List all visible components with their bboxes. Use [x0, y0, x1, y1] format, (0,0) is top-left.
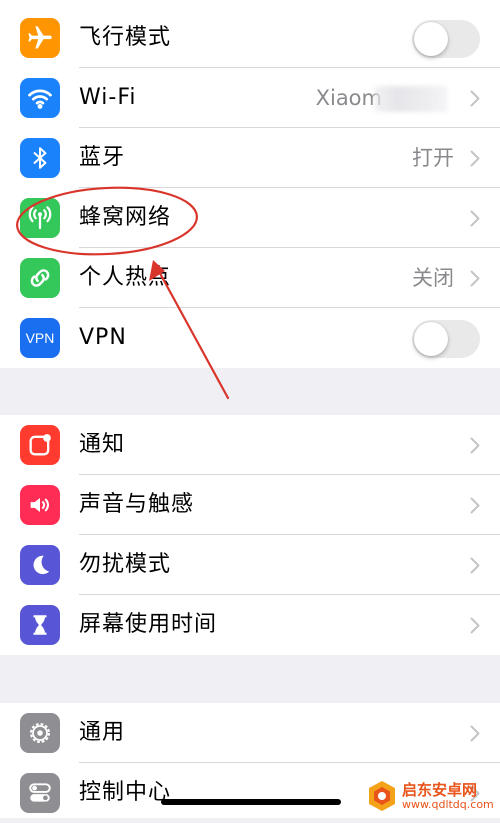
watermark-url: www.qdltdq.com [402, 798, 494, 811]
row-screen-time[interactable]: 屏幕使用时间 [0, 595, 500, 655]
dnd-label: 勿扰模式 [79, 552, 172, 577]
chevron-right-icon [470, 90, 480, 107]
row-wifi[interactable]: Wi-Fi Xiaom [0, 68, 500, 128]
row-general[interactable]: 通用 [0, 703, 500, 763]
hotspot-status: 关闭 [412, 266, 454, 290]
redacted-network-name [374, 86, 448, 112]
row-airplane-mode[interactable]: 飞行模式 [0, 8, 500, 68]
antenna-icon [20, 198, 60, 238]
watermark-title: 启东安卓网 [402, 781, 478, 799]
chevron-right-icon [470, 497, 480, 514]
row-notifications[interactable]: 通知 [0, 415, 500, 475]
link-icon [20, 258, 60, 298]
row-personal-hotspot[interactable]: 个人热点 关闭 [0, 248, 500, 308]
chevron-right-icon [470, 725, 480, 742]
row-sounds-haptics[interactable]: 声音与触感 [0, 475, 500, 535]
bluetooth-label: 蓝牙 [79, 145, 126, 170]
toggle-knob [414, 22, 448, 56]
airplane-mode-toggle[interactable] [412, 20, 480, 58]
watermark: 启东安卓网 www.qdltdq.com [366, 778, 496, 814]
settings-group-notifications: 通知 声音与触感 勿扰模式 屏幕使用时间 [0, 415, 500, 655]
wifi-icon [20, 78, 60, 118]
chevron-right-icon [470, 617, 480, 634]
moon-icon [20, 545, 60, 585]
row-do-not-disturb[interactable]: 勿扰模式 [0, 535, 500, 595]
chevron-right-icon [470, 210, 480, 227]
row-bluetooth[interactable]: 蓝牙 打开 [0, 128, 500, 188]
hotspot-label: 个人热点 [79, 265, 172, 290]
switches-icon [20, 773, 60, 813]
row-vpn[interactable]: VPN VPN [0, 308, 500, 368]
speaker-icon [20, 485, 60, 525]
hourglass-icon [20, 605, 60, 645]
chevron-right-icon [470, 270, 480, 287]
vpn-icon-text: VPN [25, 330, 55, 346]
airplane-icon [20, 18, 60, 58]
airplane-mode-label: 飞行模式 [79, 25, 172, 50]
chevron-right-icon [470, 150, 480, 167]
general-label: 通用 [79, 720, 126, 745]
chevron-right-icon [470, 557, 480, 574]
home-indicator[interactable] [161, 799, 341, 805]
toggle-knob [414, 322, 448, 356]
screen-time-label: 屏幕使用时间 [79, 612, 218, 637]
control-center-label: 控制中心 [79, 780, 172, 805]
notification-icon [20, 425, 60, 465]
bluetooth-status: 打开 [412, 146, 454, 170]
vpn-label: VPN [79, 325, 127, 350]
bluetooth-icon [20, 138, 60, 178]
chevron-right-icon [470, 437, 480, 454]
vpn-toggle[interactable] [412, 320, 480, 358]
row-cellular[interactable]: 蜂窝网络 [0, 188, 500, 248]
sounds-label: 声音与触感 [79, 492, 195, 517]
watermark-logo-icon [369, 781, 395, 811]
notifications-label: 通知 [79, 432, 126, 457]
settings-group-connectivity: 飞行模式 Wi-Fi Xiaom 蓝牙 打开 蜂窝网络 个人热点 关闭 VPN … [0, 8, 500, 368]
gear-icon [20, 713, 60, 753]
top-edge [0, 0, 500, 8]
wifi-label: Wi-Fi [79, 85, 137, 110]
cellular-label: 蜂窝网络 [79, 205, 172, 230]
vpn-icon: VPN [20, 318, 60, 358]
wifi-network-name: Xiaom [315, 86, 382, 110]
